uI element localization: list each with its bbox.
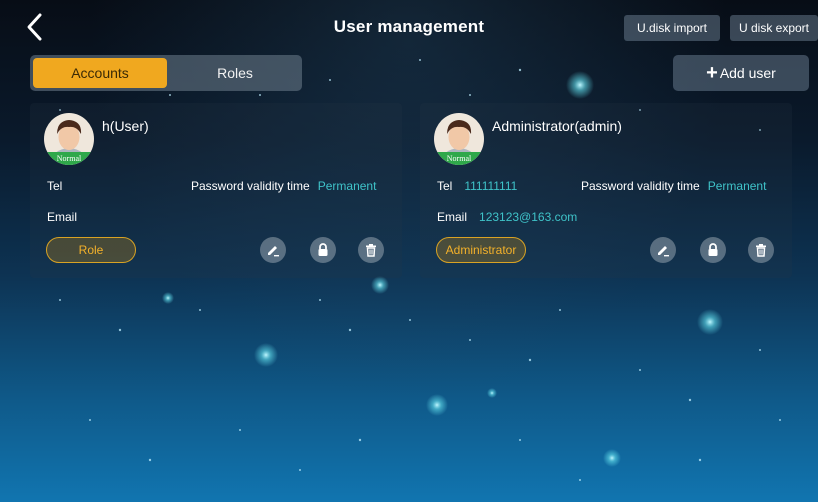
user-name: Administrator(admin)	[492, 118, 622, 134]
email-label: Email	[47, 210, 78, 224]
tel-row: Tel 111111111	[437, 179, 517, 193]
user-card: Normal Administrator(admin) Tel 111111111…	[420, 103, 792, 278]
role-button[interactable]: Role	[46, 237, 136, 263]
password-validity: Password validity time Permanent	[581, 179, 766, 193]
delete-button[interactable]	[748, 237, 774, 263]
user-card: Normal h(User) Tel Password validity tim…	[30, 103, 402, 278]
email-row: Email	[47, 210, 89, 224]
user-name: h(User)	[102, 118, 149, 134]
tel-label: Tel	[47, 179, 63, 193]
password-validity-value: Permanent	[707, 179, 767, 193]
email-row: Email 123123@163.com	[437, 210, 577, 224]
trash-icon	[756, 244, 766, 257]
udisk-import-button[interactable]: U.disk import	[624, 15, 720, 41]
delete-button[interactable]	[358, 237, 384, 263]
email-value: 123123@163.com	[479, 210, 578, 224]
edit-button[interactable]	[650, 237, 676, 263]
edit-icon	[658, 246, 669, 257]
lock-icon	[318, 243, 328, 256]
tab-bar: Accounts Roles	[30, 55, 302, 91]
role-button[interactable]: Administrator	[436, 237, 526, 263]
avatar: Normal	[44, 113, 94, 165]
edit-button[interactable]	[260, 237, 286, 263]
lock-button[interactable]	[310, 237, 336, 263]
tab-roles[interactable]: Roles	[170, 58, 300, 88]
password-validity-label: Password validity time	[581, 179, 700, 193]
trash-icon	[366, 244, 376, 257]
password-validity: Password validity time Permanent	[191, 179, 376, 193]
avatar: Normal	[434, 113, 484, 165]
udisk-export-button[interactable]: U disk export	[730, 15, 818, 41]
avatar-badge: Normal	[434, 152, 484, 165]
password-validity-value: Permanent	[317, 179, 377, 193]
tel-value: 111111111	[464, 179, 518, 193]
lock-icon	[708, 243, 718, 256]
edit-icon	[268, 246, 279, 257]
add-user-button[interactable]: + Add user	[673, 55, 809, 91]
tab-accounts[interactable]: Accounts	[33, 58, 167, 88]
lock-button[interactable]	[700, 237, 726, 263]
tel-row: Tel	[47, 179, 74, 193]
avatar-badge: Normal	[44, 152, 94, 165]
plus-icon: +	[706, 62, 718, 84]
password-validity-label: Password validity time	[191, 179, 310, 193]
add-user-label: Add user	[719, 65, 776, 81]
email-label: Email	[437, 210, 468, 224]
tel-label: Tel	[437, 179, 453, 193]
